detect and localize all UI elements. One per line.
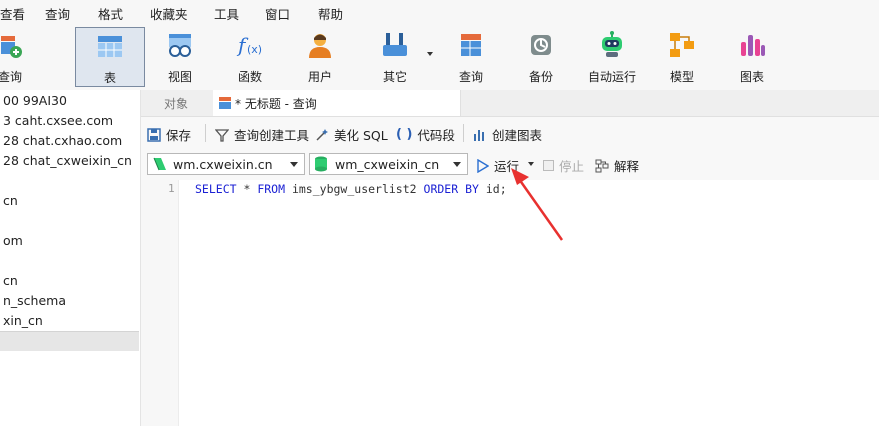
explain-icon: [595, 159, 609, 172]
toolbar-user-button[interactable]: 用户: [292, 26, 348, 88]
annotation-arrow-icon: [511, 168, 564, 241]
query-builder-button[interactable]: 查询创建工具: [215, 125, 309, 144]
query-icon: [456, 30, 486, 60]
sql-keyword-from: FROM: [257, 182, 286, 196]
beautify-sql-button[interactable]: 美化 SQL: [315, 125, 388, 144]
sql-keyword-order: ORDER: [423, 182, 459, 196]
robot-icon: [597, 30, 627, 60]
function-icon: f (x): [235, 30, 265, 60]
tree-item[interactable]: cn: [3, 193, 18, 208]
toolbar-separator: [205, 124, 206, 142]
toolbar-view-button[interactable]: 视图: [152, 26, 208, 88]
menu-favorites[interactable]: 收藏夹: [150, 4, 188, 23]
sql-table-name: ims_ybgw_userlist2: [285, 182, 424, 196]
tree-item[interactable]: n_schema: [3, 293, 66, 308]
other-dropdown-arrow-icon[interactable]: [427, 52, 433, 56]
explain-button[interactable]: 解释: [595, 156, 639, 175]
play-icon: [477, 158, 489, 173]
toolbar-function-button[interactable]: f (x) 函数: [222, 26, 278, 88]
menu-tools[interactable]: 工具: [214, 4, 239, 23]
toolbar-new-query-button[interactable]: 查询: [0, 26, 34, 88]
main-toolbar: 查询 表 视图 f (x) 函数 用户 其它 查询 备份 自动运行 模型 图表: [0, 24, 879, 91]
toolbar-model-button[interactable]: 模型: [654, 26, 710, 88]
menu-view[interactable]: 查看: [0, 4, 25, 23]
connection-select[interactable]: wm.cxweixin.cn: [147, 153, 305, 175]
new-query-icon: [0, 30, 25, 60]
tab-untitled-query[interactable]: * 无标题 - 查询: [213, 90, 461, 116]
sql-keyword-select: SELECT: [195, 182, 237, 196]
line-gutter: 1: [141, 180, 179, 426]
tree-horizontal-scrollbar[interactable]: [0, 331, 139, 351]
tab-objects[interactable]: 对象: [141, 90, 211, 116]
svg-text:(x): (x): [247, 43, 262, 56]
connection-icon: [153, 157, 166, 171]
sql-code-line[interactable]: SELECT * FROM ims_ybgw_userlist2 ORDER B…: [195, 182, 507, 196]
chevron-down-icon: [453, 162, 461, 167]
backup-icon: [526, 30, 556, 60]
toolbar-backup-button[interactable]: 备份: [513, 26, 569, 88]
tab-objects-label: 对象: [163, 96, 188, 111]
menu-bar: 查看 查询 格式 收藏夹 工具 窗口 帮助: [0, 0, 879, 24]
line-number: 1: [168, 182, 175, 195]
menu-format[interactable]: 格式: [98, 4, 123, 23]
chevron-down-icon: [290, 162, 298, 167]
tree-item[interactable]: 28 chat_cxweixin_cn: [3, 153, 132, 168]
braces-icon: ( ): [396, 127, 413, 142]
tree-item[interactable]: 3 caht.cxsee.com: [3, 113, 113, 128]
create-chart-button[interactable]: 创建图表: [473, 125, 542, 144]
toolbar-other-button[interactable]: 其它: [367, 26, 423, 88]
save-icon: [147, 127, 161, 142]
chart-icon: [737, 30, 767, 60]
builder-icon: [215, 128, 229, 142]
tools-icon: [380, 30, 410, 60]
query-toolbar: 保存 查询创建工具 美化 SQL ( ) 代码段 创建图表: [141, 117, 879, 148]
toolbar-chart-button[interactable]: 图表: [724, 26, 780, 88]
sql-keyword-by: BY: [465, 182, 479, 196]
bar-chart-icon: [474, 129, 484, 141]
toolbar-query-button[interactable]: 查询: [443, 26, 499, 88]
tree-item[interactable]: cn: [3, 273, 18, 288]
database-select[interactable]: wm_cxweixin_cn: [309, 153, 468, 175]
tree-item[interactable]: 00 99AI30: [3, 93, 67, 108]
menu-help[interactable]: 帮助: [318, 4, 343, 23]
magic-wand-icon: [316, 128, 328, 141]
view-icon: [165, 30, 195, 60]
menu-window[interactable]: 窗口: [265, 4, 290, 23]
menu-query[interactable]: 查询: [45, 4, 70, 23]
save-button[interactable]: 保存: [147, 125, 191, 144]
database-icon: [315, 156, 327, 172]
table-icon: [95, 31, 125, 61]
sql-star: *: [236, 182, 258, 196]
connection-tree: 00 99AI30 3 caht.cxsee.com 28 chat.cxhao…: [0, 90, 141, 426]
tab-bar: 对象 * 无标题 - 查询: [141, 90, 879, 117]
toolbar-separator: [463, 124, 464, 142]
model-icon: [667, 30, 697, 60]
tree-item[interactable]: om: [3, 233, 23, 248]
query-tab-icon: [219, 97, 231, 109]
code-snippet-button[interactable]: ( ) 代码段: [396, 125, 455, 144]
tree-item[interactable]: xin_cn: [3, 313, 43, 328]
toolbar-auto-run-button[interactable]: 自动运行: [580, 26, 644, 88]
tree-item[interactable]: 28 chat.cxhao.com: [3, 133, 122, 148]
user-icon: [305, 30, 335, 60]
tab-query-label: * 无标题 - 查询: [235, 96, 317, 111]
sql-order-column: id;: [478, 182, 507, 196]
toolbar-table-button[interactable]: 表: [75, 27, 145, 87]
